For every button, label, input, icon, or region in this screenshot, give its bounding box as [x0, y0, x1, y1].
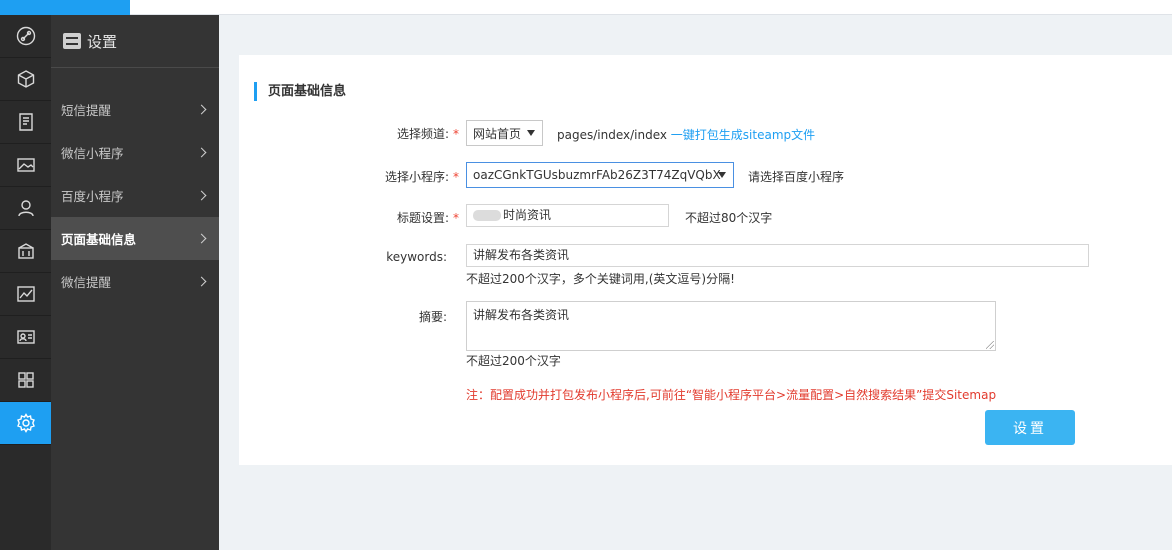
chart-icon	[16, 286, 35, 302]
submenu-title: 设置	[87, 32, 118, 51]
required-mark: *	[453, 170, 459, 184]
miniprogram-label: 选择小程序: *	[349, 168, 459, 185]
dropdown-arrow-icon	[718, 172, 726, 178]
summary-label: 摘要:	[418, 310, 447, 324]
summary-textarea[interactable]: 讲解发布各类资讯	[466, 301, 996, 351]
channel-path: pages/index/index	[557, 128, 667, 142]
required-mark: *	[453, 211, 459, 225]
miniprogram-select[interactable]: oazCGnkTGUsbuzmrFAb26Z3T74ZqVQbX	[466, 162, 734, 188]
resize-grip-icon[interactable]	[986, 341, 994, 349]
submenu-item-label: 页面基础信息	[61, 232, 137, 247]
gear-icon	[16, 413, 35, 433]
form-panel: 页面基础信息 选择频道: * 网站首页 pages/index/index 一键打…	[239, 55, 1172, 465]
keywords-input[interactable]: 讲解发布各类资讯	[466, 244, 1089, 267]
rail-item-user[interactable]	[0, 187, 51, 230]
icon-rail	[0, 15, 51, 550]
rail-item-bank[interactable]	[0, 230, 51, 273]
rail-item-document[interactable]	[0, 101, 51, 144]
rail-item-image[interactable]	[0, 144, 51, 187]
chevron-right-icon	[196, 276, 207, 287]
submenu-item-baidu-miniprogram[interactable]: 百度小程序	[51, 174, 219, 217]
keywords-hint: 不超过200个汉字，多个关键词用,(英文逗号)分隔!	[466, 272, 735, 286]
channel-label-text: 选择频道:	[396, 127, 449, 141]
title-input-value: 时尚资讯	[503, 208, 552, 222]
channel-select-value: 网站首页	[473, 126, 522, 141]
submenu-item-sms[interactable]: 短信提醒	[51, 88, 219, 131]
rail-item-chart[interactable]	[0, 273, 51, 316]
submenu-item-label: 百度小程序	[61, 189, 124, 204]
rail-item-link[interactable]	[0, 15, 51, 58]
bank-icon	[17, 243, 34, 259]
submenu-item-wechat-miniprogram[interactable]: 微信小程序	[51, 131, 219, 174]
sliders-icon	[63, 33, 81, 49]
generate-sitemap-link[interactable]: 一键打包生成siteamp文件	[671, 128, 815, 142]
title-setting-label: 标题设置: *	[349, 209, 459, 226]
document-icon	[18, 113, 33, 131]
chevron-right-icon	[196, 147, 207, 158]
submenu-header: 设置	[51, 15, 219, 68]
rail-item-settings[interactable]	[0, 402, 51, 445]
title-setting-label-text: 标题设置:	[396, 211, 449, 225]
top-bar	[0, 0, 1172, 15]
settings-submit-button[interactable]: 设置	[985, 410, 1075, 445]
rail-item-box[interactable]	[0, 58, 51, 101]
miniprogram-hint: 请选择百度小程序	[748, 170, 845, 184]
submenu-item-wechat-reminder[interactable]: 微信提醒	[51, 260, 219, 303]
submenu-item-page-basic-info[interactable]: 页面基础信息	[51, 217, 219, 260]
id-card-icon	[16, 330, 35, 344]
settings-submenu: 设置 短信提醒 微信小程序 百度小程序 页面基础信息 微信提醒	[51, 15, 219, 550]
sitemap-note: 注：配置成功并打包发布小程序后,可前往“智能小程序平台>流量配置>自然搜索结果”…	[466, 388, 997, 402]
rail-item-id-card[interactable]	[0, 316, 51, 359]
summary-textarea-value: 讲解发布各类资讯	[473, 308, 570, 322]
image-icon	[16, 158, 35, 172]
brand-logo-area[interactable]	[0, 0, 130, 15]
keywords-label: keywords:	[386, 250, 447, 264]
dropdown-arrow-icon	[527, 130, 535, 136]
title-hint: 不超过80个汉字	[685, 211, 773, 225]
chevron-right-icon	[196, 233, 207, 244]
submenu-item-label: 短信提醒	[61, 103, 112, 118]
miniprogram-label-text: 选择小程序:	[384, 170, 449, 184]
grid-icon	[17, 372, 34, 388]
submenu-item-label: 微信提醒	[61, 275, 112, 290]
rail-item-grid[interactable]	[0, 359, 51, 402]
summary-hint: 不超过200个汉字	[466, 354, 561, 368]
required-mark: *	[453, 127, 459, 141]
submenu-item-label: 微信小程序	[61, 146, 124, 161]
channel-path-row: pages/index/index 一键打包生成siteamp文件	[557, 126, 815, 143]
title-input[interactable]: 时尚资讯	[466, 204, 669, 227]
channel-select[interactable]: 网站首页	[466, 120, 543, 146]
link-icon	[16, 26, 35, 46]
chevron-right-icon	[196, 190, 207, 201]
channel-label: 选择频道: *	[349, 125, 459, 142]
chevron-right-icon	[196, 104, 207, 115]
redacted-text	[473, 210, 501, 221]
box-icon	[17, 70, 34, 88]
user-icon	[17, 200, 34, 217]
miniprogram-select-value: oazCGnkTGUsbuzmrFAb26Z3T74ZqVQbX	[473, 168, 721, 182]
panel-title: 页面基础信息	[254, 82, 346, 101]
